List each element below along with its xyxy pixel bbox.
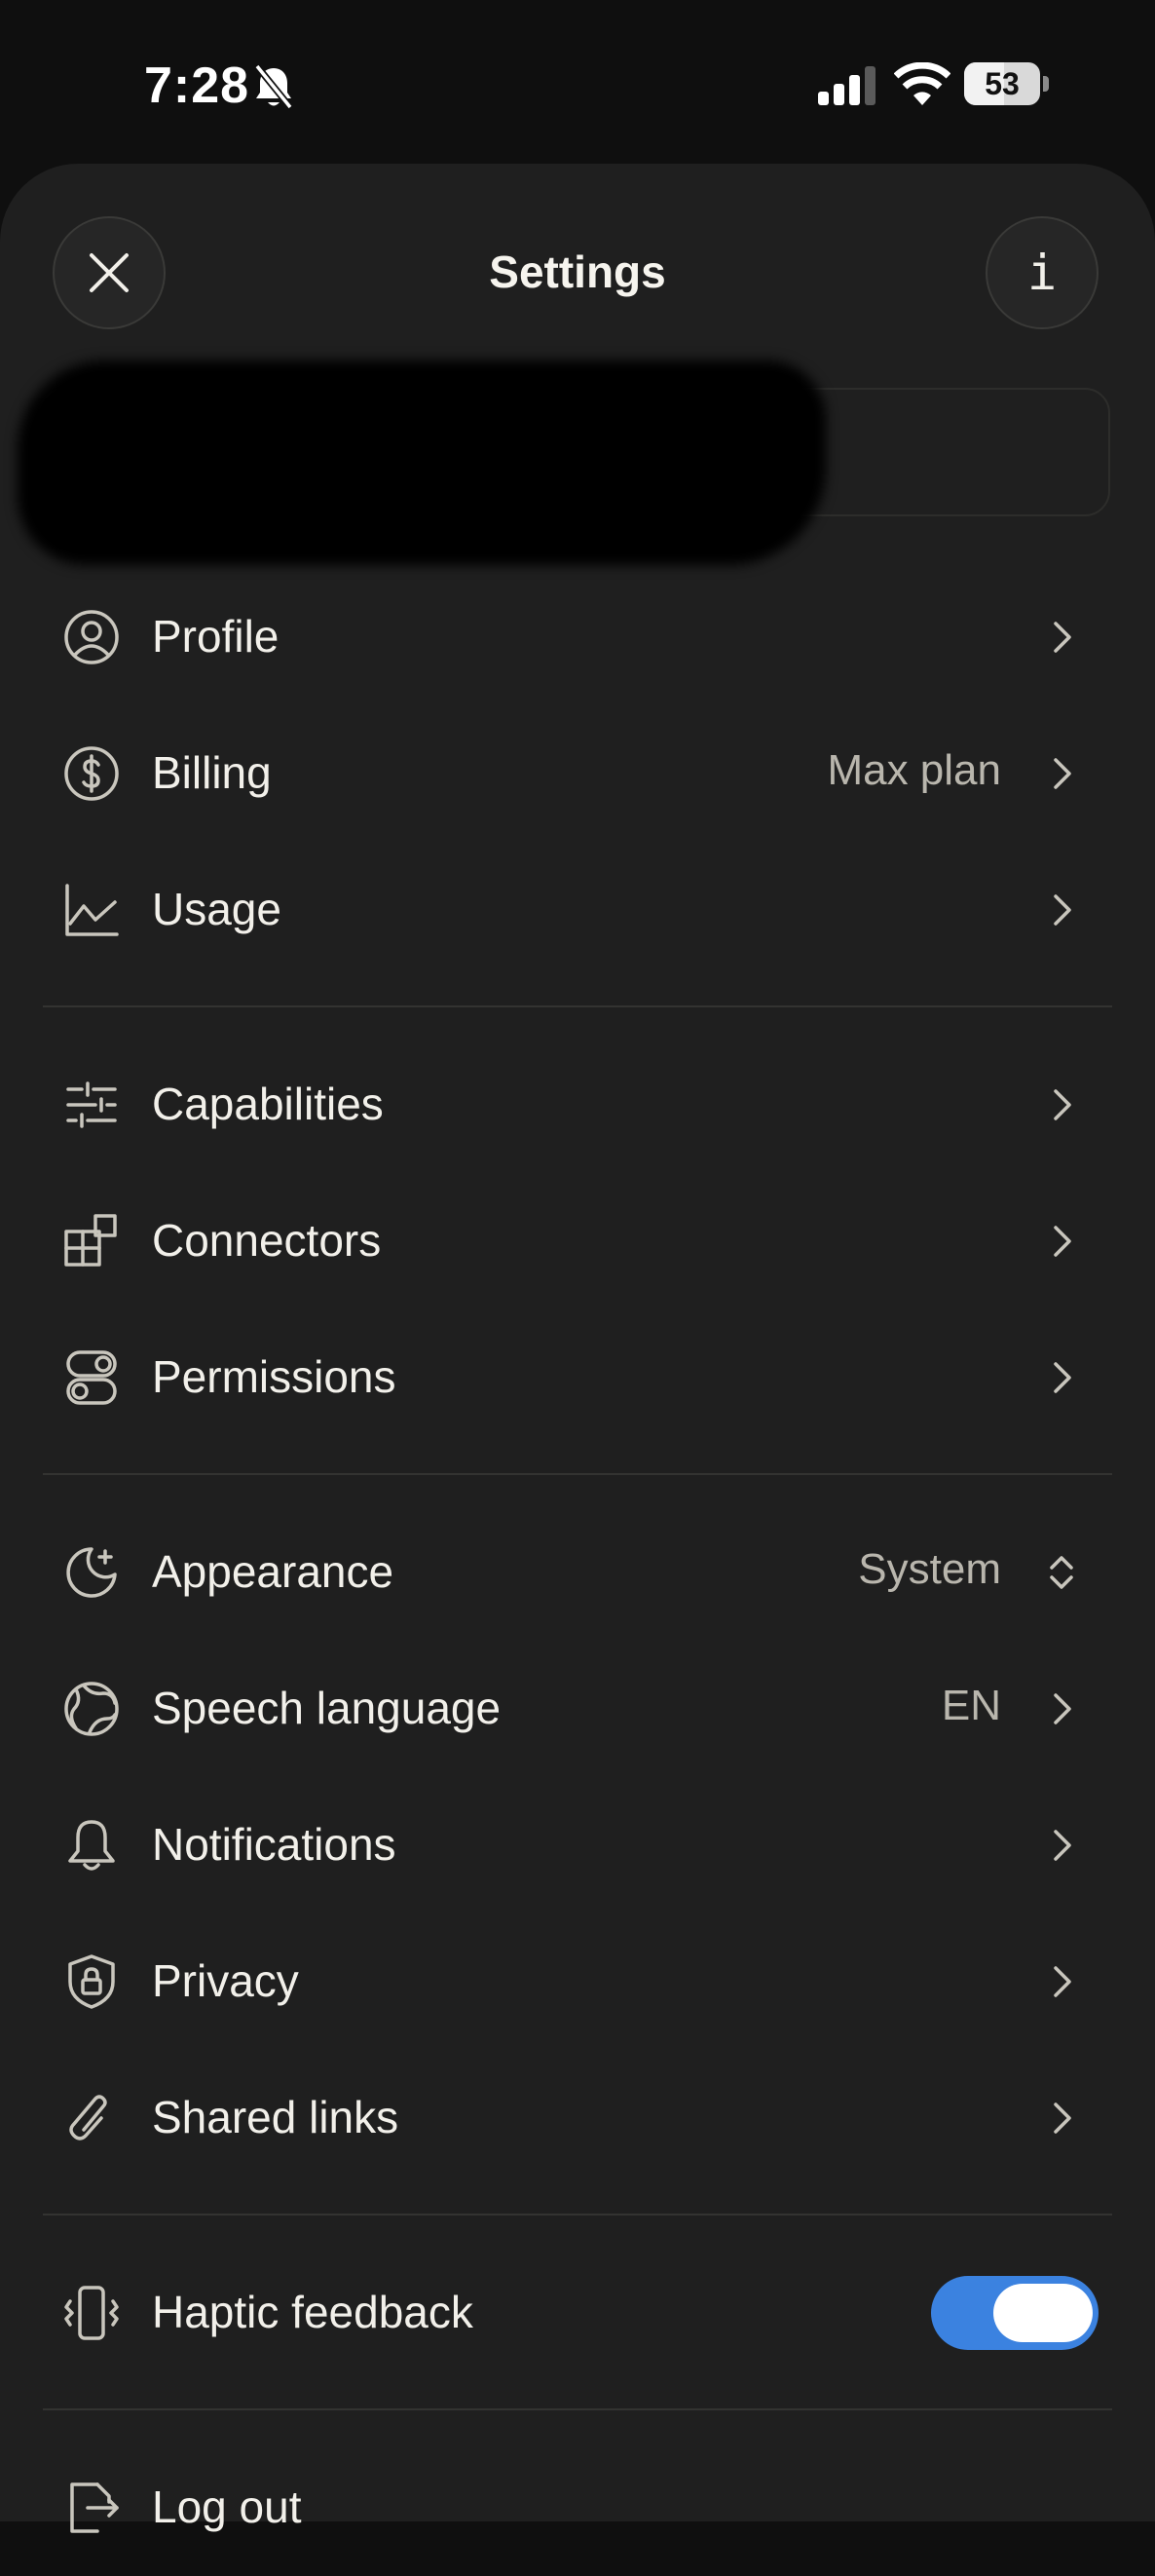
chevron-right-icon [1054,1089,1071,1120]
battery-icon: 53 [964,62,1050,107]
bell-icon [68,1820,115,1871]
profile-label: Profile [152,611,279,662]
menu-item-profile[interactable]: Profile [0,569,1155,705]
chevron-right-icon [1054,1966,1071,1997]
menu-item-notifications[interactable]: Notifications [0,1777,1155,1913]
menu-item-capabilities[interactable]: Capabilities [0,1037,1155,1173]
shared-links-label: Shared links [152,2092,399,2142]
speech-language-label: Speech language [152,1683,502,1733]
notifications-label: Notifications [152,1819,396,1870]
haptic-feedback-toggle[interactable] [931,2276,1099,2350]
info-button[interactable]: i [986,216,1099,329]
chevron-up-down-icon [1050,1556,1073,1589]
chevron-right-icon [1054,1693,1071,1724]
divider [43,2408,1112,2410]
settings-sheet: Settings i Profile Billing Max plan Usag… [0,164,1155,2533]
connectors-label: Connectors [152,1215,382,1266]
chevron-right-icon [1054,622,1071,653]
menu-item-speech-language[interactable]: Speech language EN [0,1641,1155,1777]
menu-item-connectors[interactable]: Connectors [0,1173,1155,1309]
privacy-label: Privacy [152,1955,299,2006]
sliders-icon [66,1081,117,1128]
capabilities-label: Capabilities [152,1079,384,1129]
appearance-value: System [858,1545,1001,1593]
usage-label: Usage [152,884,281,934]
status-time: 7:28 [144,57,250,114]
billing-plan-value: Max plan [827,746,1001,794]
toggle-knob [993,2284,1093,2342]
status-bar: 7:28 53 [0,0,1155,166]
shield-lock-icon [68,1954,115,2009]
log-out-label: Log out [152,2481,302,2532]
billing-label: Billing [152,747,272,798]
battery-percent: 53 [985,66,1020,101]
globe-icon [64,1682,119,1736]
menu-item-log-out[interactable]: Log out [0,2440,1155,2576]
divider [43,2214,1112,2216]
info-icon: i [1026,245,1058,301]
divider [43,1473,1112,1475]
redacted-account-info [18,360,826,565]
appearance-label: Appearance [152,1546,394,1597]
chevron-right-icon [1054,894,1071,926]
divider [43,1005,1112,1007]
logout-icon [70,2482,119,2533]
toggles-icon [66,1350,117,1405]
page-title: Settings [489,246,666,297]
connectors-icon [64,1214,117,1267]
chevron-right-icon [1054,1226,1071,1257]
permissions-label: Permissions [152,1351,396,1402]
paperclip-icon [69,2095,107,2140]
chevron-right-icon [1054,1362,1071,1393]
moon-icon [66,1547,117,1598]
bell-off-icon [254,63,293,110]
chevron-right-icon [1054,758,1071,789]
menu-item-appearance[interactable]: Appearance System [0,1504,1155,1641]
wifi-icon [894,62,950,105]
menu-item-permissions[interactable]: Permissions [0,1309,1155,1446]
line-chart-icon [65,884,119,936]
speech-language-value: EN [941,1682,1001,1729]
user-circle-icon [64,610,119,664]
chevron-right-icon [1054,2102,1071,2134]
signal-icon [818,66,876,105]
haptic-feedback-label: Haptic feedback [152,2287,473,2337]
phone-vibrate-icon [64,2286,119,2340]
menu-item-usage[interactable]: Usage [0,842,1155,978]
menu-item-billing[interactable]: Billing Max plan [0,705,1155,842]
dollar-circle-icon [64,746,119,801]
chevron-right-icon [1054,1830,1071,1861]
menu-item-shared-links[interactable]: Shared links [0,2050,1155,2186]
menu-item-haptic-feedback: Haptic feedback [0,2245,1155,2381]
menu-item-privacy[interactable]: Privacy [0,1913,1155,2050]
